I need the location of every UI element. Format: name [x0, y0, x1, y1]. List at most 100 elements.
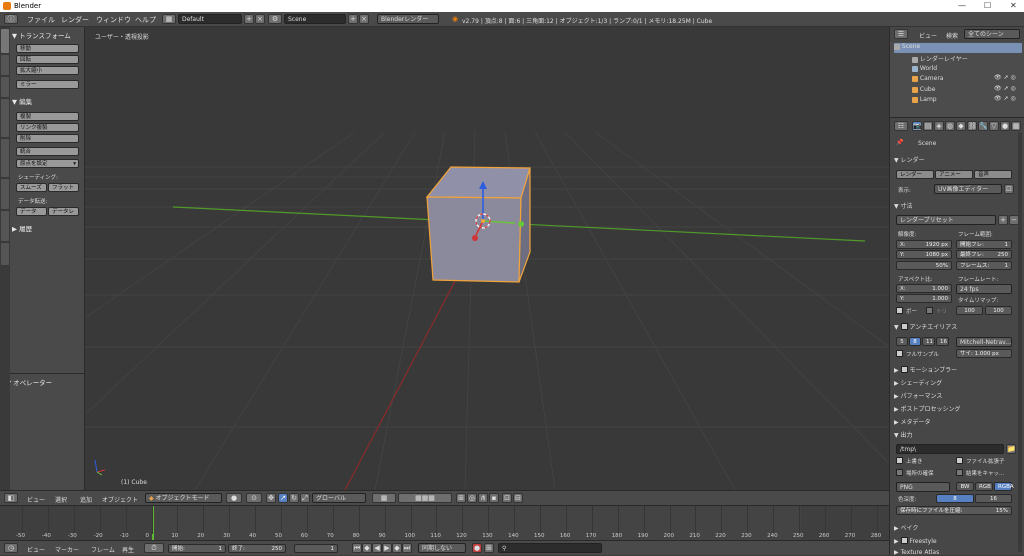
render-presets-select[interactable]: レンダープリセット	[896, 215, 996, 225]
layout-remove-icon[interactable]: ×	[255, 14, 265, 24]
preset-add-icon[interactable]: +	[998, 215, 1008, 225]
render-layers-tab-icon[interactable]: ▤	[923, 121, 933, 131]
mode-select[interactable]: ◆ オブジェクトモード	[145, 493, 222, 503]
bw-button[interactable]: BW	[956, 482, 974, 491]
render-preview-icon[interactable]: ⊡	[502, 493, 512, 503]
depth-16-button[interactable]: 16	[975, 494, 1012, 503]
duplicate-button[interactable]: 複製	[16, 112, 79, 121]
aa-11-button[interactable]: 11	[922, 337, 935, 346]
join-button[interactable]: 統合	[16, 147, 79, 156]
keying-set-field[interactable]: ⚲	[498, 543, 602, 553]
tab-animation[interactable]	[1, 99, 9, 137]
editor-type-icon[interactable]: ☰	[894, 29, 908, 39]
file-extensions-checkbox[interactable]	[956, 457, 963, 464]
modifiers-tab-icon[interactable]: 🔧	[978, 121, 988, 131]
menu-frame[interactable]: フレーム	[91, 545, 115, 554]
start-frame-field[interactable]: 開始: 1	[168, 544, 226, 553]
operator-panel-header[interactable]: ▼ オペレーター	[6, 377, 52, 387]
freestyle-panel-header[interactable]: ▶ Freestyle	[894, 536, 937, 545]
shading-panel-header[interactable]: ▶ シェーディング	[894, 378, 942, 387]
manipulator-toggle-icon[interactable]: ✥	[266, 493, 276, 503]
compression-field[interactable]: 保存時にファイルを圧縮: 15%	[896, 506, 1012, 515]
scale-button[interactable]: 拡大縮小	[16, 66, 79, 75]
menu-window[interactable]: ウィンドウ	[96, 15, 131, 25]
shading-icon[interactable]: ●	[226, 493, 242, 503]
tab-misc[interactable]	[1, 211, 9, 241]
frame-start-field[interactable]: 開始フレ: 1	[956, 240, 1012, 249]
snap-icon[interactable]: ⋔	[478, 493, 488, 503]
layers-icon[interactable]: ▦	[372, 493, 396, 503]
render-button[interactable]: レンダー	[896, 170, 934, 179]
next-key-icon[interactable]: ◆	[392, 543, 402, 553]
end-frame-field[interactable]: 終了: 250	[228, 544, 286, 553]
editor-type-icon[interactable]: ⓘ	[4, 14, 18, 24]
layout-field[interactable]: Default	[178, 14, 242, 24]
3d-viewport[interactable]: ユーザー・透視投影 (1) Cube	[85, 27, 889, 490]
menu-render[interactable]: レンダー	[61, 15, 89, 25]
preview-range-icon[interactable]: ⏱	[144, 543, 164, 553]
jump-start-icon[interactable]: ⏮	[352, 543, 362, 553]
current-frame-field[interactable]: 1	[294, 544, 338, 553]
aa-16-button[interactable]: 16	[936, 337, 949, 346]
scene-field[interactable]: Scene	[284, 14, 346, 24]
visibility-eye-icon[interactable]: 👁 ➚ ◎	[994, 95, 1016, 102]
render-tab-icon[interactable]: 📷	[912, 121, 922, 131]
output-panel-header[interactable]: ▼ 出力	[894, 430, 913, 439]
tab-grease-pencil[interactable]	[1, 179, 9, 209]
layout-icon[interactable]: ▦	[162, 14, 176, 24]
display-select[interactable]: UV画像エディター	[934, 184, 1002, 194]
menu-add[interactable]: 追加	[80, 495, 92, 504]
orientation-select[interactable]: グローバル	[312, 493, 366, 503]
outliner-item-lamp[interactable]: Lamp	[912, 96, 937, 103]
scene-remove-icon[interactable]: ×	[359, 14, 369, 24]
cache-result-checkbox[interactable]	[956, 469, 963, 476]
tab-tools[interactable]	[1, 29, 9, 53]
menu-playback[interactable]: 再生	[122, 545, 134, 554]
overwrite-checkbox[interactable]	[896, 457, 903, 464]
outliner-item-cube[interactable]: Cube	[912, 86, 935, 93]
filter-size-field[interactable]: サイ: 1.000 px	[956, 349, 1012, 358]
smooth-button[interactable]: スムーズ	[16, 183, 47, 192]
display-mode-select[interactable]: 全てのシーン	[964, 29, 1020, 39]
editor-type-icon[interactable]: ◧	[4, 493, 18, 503]
folder-icon[interactable]: 📁	[1006, 444, 1016, 454]
history-panel-header[interactable]: ▶ 履歴	[12, 223, 32, 233]
outliner-item-camera[interactable]: Camera	[912, 75, 943, 82]
transform-panel-header[interactable]: ▼ トランスフォーム	[12, 30, 71, 40]
jump-end-icon[interactable]: ⏭	[402, 543, 412, 553]
data-layout-button[interactable]: データレ	[48, 207, 79, 216]
proportional-edit-icon[interactable]: ◎	[467, 493, 477, 503]
crop-checkbox[interactable]	[926, 307, 933, 314]
outliner-item-scene[interactable]: Scene	[894, 43, 1022, 53]
flat-button[interactable]: フラット	[48, 183, 79, 192]
resolution-percent-field[interactable]: 50%	[896, 261, 952, 270]
layout-add-icon[interactable]: +	[244, 14, 254, 24]
edit-panel-header[interactable]: ▼ 編集	[12, 96, 32, 106]
duplicate-linked-button[interactable]: リンク複製	[16, 123, 79, 132]
rgb-button[interactable]: RGB	[975, 482, 993, 491]
minimize-button[interactable]: —	[958, 1, 966, 10]
file-format-select[interactable]: PNG	[896, 482, 950, 492]
audio-button[interactable]: 音声	[974, 170, 1012, 179]
placeholders-checkbox[interactable]	[896, 469, 903, 476]
scene-add-icon[interactable]: +	[348, 14, 358, 24]
constraints-tab-icon[interactable]: ⛓	[967, 121, 977, 131]
scale-manip-icon[interactable]: ⤢	[300, 493, 310, 503]
menu-file[interactable]: ファイル	[27, 15, 55, 25]
frame-step-field[interactable]: フレームス: 1	[956, 261, 1012, 270]
anti-aliasing-panel-header[interactable]: ▼ アンチエイリアス	[894, 322, 957, 331]
render-engine-select[interactable]: Blenderレンダー	[377, 14, 439, 24]
opengl-render-icon[interactable]: ⊟	[513, 493, 523, 503]
prev-key-icon[interactable]: ◆	[362, 543, 372, 553]
lock-interface-icon[interactable]: ⊡	[1004, 184, 1014, 194]
tab-physics[interactable]	[1, 139, 9, 177]
aa-5-button[interactable]: 5	[896, 337, 908, 346]
data-tab-icon[interactable]: ▽	[989, 121, 999, 131]
menu-view[interactable]: ビュー	[27, 495, 45, 504]
pin-icon[interactable]: 📌	[896, 139, 903, 146]
set-origin-button[interactable]: 原点を設定 ▾	[16, 159, 79, 168]
bake-panel-header[interactable]: ▶ ベイク	[894, 523, 918, 532]
translate-button[interactable]: 移動	[16, 44, 79, 53]
timeline[interactable]: -50 -40 -30 -20 -10 0 10 20 30 40 50 60 70 80 90 100 110…	[0, 505, 889, 541]
editor-type-icon[interactable]: ◷	[4, 543, 18, 553]
